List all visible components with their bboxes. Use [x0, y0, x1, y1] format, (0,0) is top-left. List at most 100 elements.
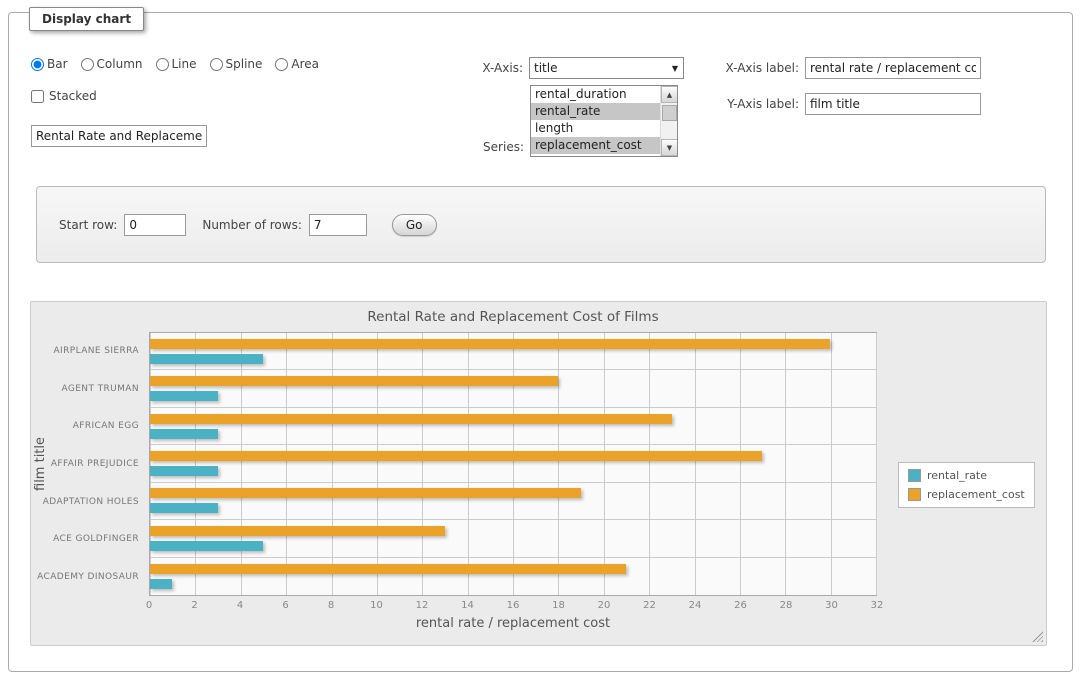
chart-type-option-column[interactable]: Column	[81, 57, 143, 71]
bar-rental_rate	[150, 541, 263, 551]
chart-type-option-label: Area	[291, 57, 319, 71]
y-category-label: ACE GOLDFINGER	[31, 521, 145, 559]
chart-type-radio[interactable]	[31, 58, 44, 71]
x-tick-label: 4	[237, 600, 243, 611]
x-tick-label: 10	[370, 600, 383, 611]
x-tick-label: 24	[689, 600, 702, 611]
start-row-input[interactable]	[124, 214, 186, 236]
bar-rental_rate	[150, 579, 172, 589]
x-tick-label: 30	[825, 600, 838, 611]
x-tick-label: 0	[146, 600, 152, 611]
chart-type-option-label: Spline	[226, 57, 263, 71]
x-tick-label: 26	[734, 600, 747, 611]
x-axis-select-label: X-Axis:	[482, 61, 523, 75]
start-row-label: Start row:	[59, 218, 117, 232]
number-of-rows-input[interactable]	[309, 214, 367, 236]
legend-swatch-replacement_cost	[908, 488, 921, 501]
bar-rental_rate	[150, 354, 263, 364]
x-axis-label-input[interactable]	[805, 57, 981, 79]
y-axis-label-input[interactable]	[805, 93, 981, 115]
chart-type-option-spline[interactable]: Spline	[210, 57, 263, 71]
resize-handle-icon[interactable]	[1032, 631, 1043, 642]
category-row	[150, 370, 876, 407]
chart-legend: rental_rate replacement_cost	[898, 462, 1035, 508]
chart-type-radio[interactable]	[210, 58, 223, 71]
y-category-label: AGENT TRUMAN	[31, 370, 145, 408]
display-chart-panel: Display chart BarColumnLineSplineArea St…	[8, 12, 1073, 672]
series-options: rental_durationrental_ratelengthreplacem…	[531, 86, 660, 156]
x-tick-label: 20	[598, 600, 611, 611]
go-button[interactable]: Go	[392, 214, 437, 236]
legend-item: replacement_cost	[908, 488, 1025, 501]
chart-title-input[interactable]	[31, 125, 207, 147]
chart-area: Rental Rate and Replacement Cost of Film…	[30, 301, 1047, 646]
series-option-replacement_cost[interactable]: replacement_cost	[531, 137, 660, 154]
bar-replacement_cost	[150, 488, 581, 498]
x-axis-row: X-Axis: title ▼	[429, 57, 684, 79]
y-axis-label-field-label: Y-Axis label:	[727, 97, 799, 111]
y-category-label: AIRPLANE SIERRA	[31, 332, 145, 370]
chart-type-radio[interactable]	[81, 58, 94, 71]
y-category-label: AFFAIR PREJUDICE	[31, 445, 145, 483]
x-tick-label: 28	[780, 600, 793, 611]
chart-type-radio[interactable]	[156, 58, 169, 71]
x-tick-label: 14	[461, 600, 474, 611]
category-row	[150, 520, 876, 557]
bar-replacement_cost	[150, 339, 830, 349]
bar-replacement_cost	[150, 451, 762, 461]
category-row	[150, 333, 876, 370]
stacked-checkbox[interactable]	[31, 90, 44, 103]
plot-rows	[150, 333, 876, 595]
panel-legend: Display chart	[29, 7, 144, 31]
x-tick-label: 6	[282, 600, 288, 611]
chart-type-radio[interactable]	[275, 58, 288, 71]
stacked-label: Stacked	[49, 89, 97, 103]
scroll-down-icon[interactable]: ▼	[661, 139, 678, 156]
chart-type-option-bar[interactable]: Bar	[31, 57, 68, 71]
category-row	[150, 408, 876, 445]
x-tick-label: 32	[871, 600, 884, 611]
legend-item: rental_rate	[908, 469, 1025, 482]
x-axis-label-row: X-Axis label:	[649, 57, 981, 79]
bar-rental_rate	[150, 503, 218, 513]
rows-panel: Start row: Number of rows: Go	[36, 186, 1046, 263]
series-option-rental_rate[interactable]: rental_rate	[531, 103, 660, 120]
series-option-rental_duration[interactable]: rental_duration	[531, 86, 660, 103]
chart-title: Rental Rate and Replacement Cost of Film…	[149, 309, 877, 325]
chart-type-radios: Bar Column Line Spline Area	[31, 57, 319, 71]
series-row: Series: rental_durationrental_ratelength…	[429, 85, 678, 157]
x-tick-label: 8	[328, 600, 334, 611]
chart-type-option-label: Column	[97, 57, 143, 71]
legend-label: replacement_cost	[927, 488, 1025, 501]
x-axis-label-field-label: X-Axis label:	[726, 61, 799, 75]
gridline	[876, 333, 877, 595]
chart-type-option-area[interactable]: Area	[275, 57, 319, 71]
x-tick-label: 16	[507, 600, 520, 611]
y-category-label: ACADEMY DINOSAUR	[31, 558, 145, 596]
series-label: Series:	[483, 140, 524, 154]
chart-type-option-label: Line	[172, 57, 197, 71]
stacked-option[interactable]: Stacked	[31, 89, 97, 103]
y-axis-label-row: Y-Axis label:	[649, 93, 981, 115]
plot-area	[149, 332, 877, 596]
x-tick-label: 2	[191, 600, 197, 611]
chart-type-option-line[interactable]: Line	[156, 57, 197, 71]
number-of-rows-label: Number of rows:	[202, 218, 302, 232]
bar-replacement_cost	[150, 564, 626, 574]
chart-type-option-label: Bar	[47, 57, 68, 71]
x-axis-ticks: 02468101214161820222426283032	[149, 600, 877, 614]
category-row	[150, 483, 876, 520]
bar-replacement_cost	[150, 414, 672, 424]
bar-rental_rate	[150, 429, 218, 439]
legend-label: rental_rate	[927, 469, 987, 482]
bar-replacement_cost	[150, 526, 445, 536]
category-row	[150, 558, 876, 595]
x-tick-label: 22	[643, 600, 656, 611]
bar-replacement_cost	[150, 376, 558, 386]
bar-rental_rate	[150, 466, 218, 476]
y-category-label: AFRICAN EGG	[31, 407, 145, 445]
bar-rental_rate	[150, 391, 218, 401]
legend-swatch-rental_rate	[908, 469, 921, 482]
series-option-length[interactable]: length	[531, 120, 660, 137]
x-tick-label: 12	[416, 600, 429, 611]
